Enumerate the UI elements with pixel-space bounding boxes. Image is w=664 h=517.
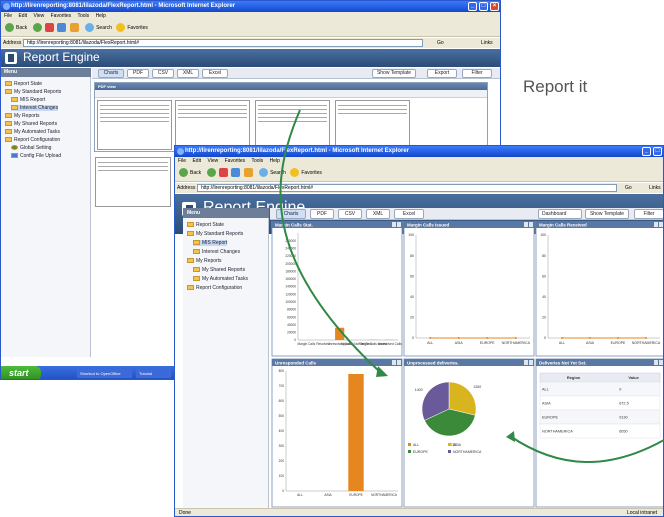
arrowhead — [506, 431, 515, 442]
annotation-arrow — [509, 435, 664, 463]
arrowhead — [376, 366, 388, 377]
annotation-arrow — [279, 109, 381, 373]
annotation-arrows — [279, 109, 664, 463]
